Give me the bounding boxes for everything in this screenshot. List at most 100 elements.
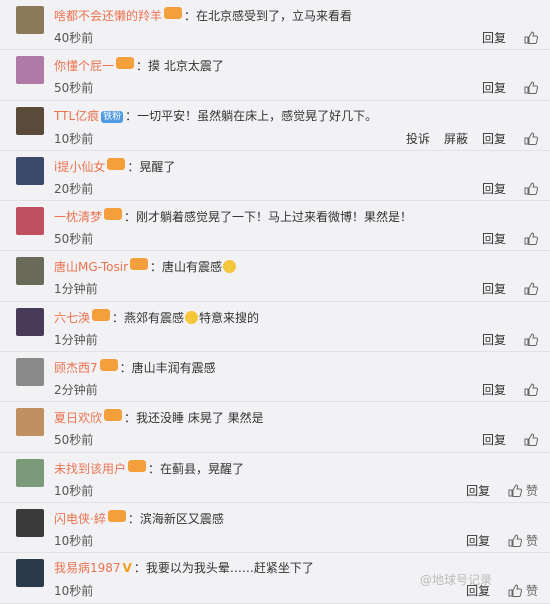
- comment-row: TTL亿痕 铁粉 ：一切平安！虽然躺在床上，感觉晃了好几下。 10秒前 投诉 屏蔽 回复: [0, 101, 550, 151]
- avatar[interactable]: [16, 559, 44, 588]
- comment-actions: 回复: [468, 180, 539, 197]
- emoji-icon: [185, 310, 199, 324]
- comment-actions: 回复: [468, 79, 539, 96]
- username-link[interactable]: 啥都不会还懒的羚羊: [54, 9, 162, 23]
- fan-badge: 铁粉: [101, 110, 124, 123]
- username-link[interactable]: 六七涣: [54, 311, 90, 325]
- username-link[interactable]: 你懂个屁一: [54, 59, 114, 73]
- username-link[interactable]: TTL亿痕: [54, 109, 99, 123]
- like-button[interactable]: [524, 433, 539, 447]
- like-button[interactable]: [524, 182, 539, 196]
- comment-time: 10秒前: [54, 131, 94, 146]
- like-button[interactable]: [524, 31, 539, 45]
- comment-actions: 回复 赞: [452, 482, 538, 499]
- member-icon: [99, 359, 118, 372]
- avatar[interactable]: [16, 508, 44, 537]
- comment-actions: 回复: [468, 331, 539, 348]
- reply-button[interactable]: 回复: [466, 482, 490, 499]
- thumb-up-icon: [524, 433, 539, 447]
- comment-row: 夏日欢欣 ：我还没睡 床晃了 果然是 50秒前 回复: [0, 402, 550, 453]
- username-link[interactable]: 未找到该用户: [54, 462, 126, 476]
- username-link[interactable]: 顾杰西7: [54, 361, 98, 375]
- comment-time: 40秒前: [54, 31, 94, 45]
- like-button[interactable]: [524, 333, 539, 347]
- avatar[interactable]: [16, 307, 44, 336]
- reply-button[interactable]: 回复: [482, 230, 506, 247]
- comment-row: i提小仙女 ：晃醒了 20秒前 回复: [0, 151, 550, 202]
- avatar[interactable]: [16, 6, 44, 34]
- thumb-up-icon: [524, 31, 539, 45]
- comment-actions: 回复: [468, 29, 539, 46]
- like-button[interactable]: 赞: [508, 532, 538, 549]
- member-icon: [92, 308, 111, 321]
- comment-time: 1分钟前: [54, 282, 98, 297]
- comment-time: 50秒前: [54, 81, 94, 96]
- like-button[interactable]: [524, 81, 539, 95]
- comment-body: 顾杰西7 ：唐山丰润有震感: [54, 359, 216, 376]
- comment-time: 10秒前: [54, 533, 94, 548]
- thumb-up-icon: [524, 132, 539, 146]
- like-button[interactable]: 赞: [508, 482, 538, 499]
- avatar[interactable]: [16, 458, 44, 487]
- like-label: 赞: [522, 533, 538, 548]
- comment-actions: 回复: [468, 230, 539, 247]
- comment-text: ：我还没睡 床晃了 果然是: [124, 411, 264, 426]
- avatar[interactable]: [16, 56, 44, 85]
- verified-badge: V: [122, 561, 132, 576]
- reply-button[interactable]: 回复: [482, 79, 506, 96]
- watermark: @地球号记录: [420, 573, 493, 587]
- report-button[interactable]: 投诉: [406, 130, 430, 147]
- username-link[interactable]: 夏日欢欣: [54, 411, 102, 425]
- like-button[interactable]: [524, 282, 539, 296]
- username-link[interactable]: 一枕清梦: [54, 210, 102, 224]
- avatar[interactable]: [16, 207, 44, 236]
- avatar[interactable]: [16, 156, 44, 185]
- comment-text: ：唐山丰润有震感: [119, 361, 216, 376]
- thumb-up-icon: [524, 282, 539, 296]
- comment-body: 你懂个屁一 ：摸 北京太震了: [54, 57, 224, 74]
- comment-row: 唐山MG-Tosir ：唐山有震感 1分钟前 回复: [0, 251, 550, 302]
- comment-body: i提小仙女 ：晃醒了: [54, 157, 175, 175]
- reply-button[interactable]: 回复: [482, 29, 506, 46]
- reply-button[interactable]: 回复: [466, 532, 490, 549]
- like-button[interactable]: 赞: [508, 582, 538, 599]
- comment-row: 一枕清梦 ：刚才躺着感觉晃了一下！马上过来看微博！果然是！ 50秒前 回复: [0, 201, 550, 252]
- comment-text: ：滨海新区又震感: [127, 511, 224, 526]
- avatar[interactable]: [16, 257, 44, 286]
- comment-text-after: 特意来搜的: [199, 310, 260, 325]
- comment-time: 20秒前: [54, 181, 94, 196]
- comment-row: 顾杰西7 ：唐山丰润有震感 2分钟前 回复: [0, 352, 550, 403]
- member-icon: [107, 157, 126, 170]
- like-button[interactable]: [524, 383, 539, 397]
- comment-text: ：一切平安！虽然躺在床上，感觉晃了好几下。: [125, 108, 378, 123]
- username-link[interactable]: 唐山MG-Tosir: [54, 260, 128, 274]
- comment-text: ：燕郊有震感: [112, 310, 185, 325]
- thumb-up-icon: [524, 182, 539, 196]
- comment-row: 啥都不会还懒的羚羊 ：在北京感受到了，立马来看看 40秒前 回复: [0, 0, 550, 51]
- avatar[interactable]: [16, 408, 44, 437]
- avatar[interactable]: [16, 358, 44, 387]
- reply-button[interactable]: 回复: [482, 130, 506, 147]
- comment-time: 10秒前: [54, 584, 94, 599]
- reply-button[interactable]: 回复: [482, 381, 506, 398]
- reply-button[interactable]: 回复: [482, 331, 506, 348]
- reply-button[interactable]: 回复: [482, 180, 506, 197]
- username-link[interactable]: i提小仙女: [54, 160, 105, 174]
- thumb-up-icon: [524, 81, 539, 95]
- like-button[interactable]: [524, 132, 539, 146]
- comment-text: ：在蓟县，晃醒了: [148, 461, 245, 476]
- reply-button[interactable]: 回复: [482, 280, 506, 297]
- thumb-up-icon: [508, 534, 523, 548]
- thumb-up-icon: [524, 333, 539, 347]
- like-label: 赞: [522, 483, 538, 498]
- comment-actions: 回复: [468, 431, 539, 448]
- block-button[interactable]: 屏蔽: [444, 130, 468, 147]
- username-link[interactable]: 闪电侠·綷: [54, 512, 106, 526]
- comment-row: 闪电侠·綷 ：滨海新区又震感 10秒前 回复 赞: [0, 503, 550, 554]
- thumb-up-icon: [508, 584, 523, 598]
- like-button[interactable]: [524, 232, 539, 246]
- avatar[interactable]: [16, 106, 44, 135]
- username-link[interactable]: 我易病1987: [54, 561, 121, 575]
- comment-text: ：摸 北京太震了: [136, 59, 224, 74]
- reply-button[interactable]: 回复: [482, 431, 506, 448]
